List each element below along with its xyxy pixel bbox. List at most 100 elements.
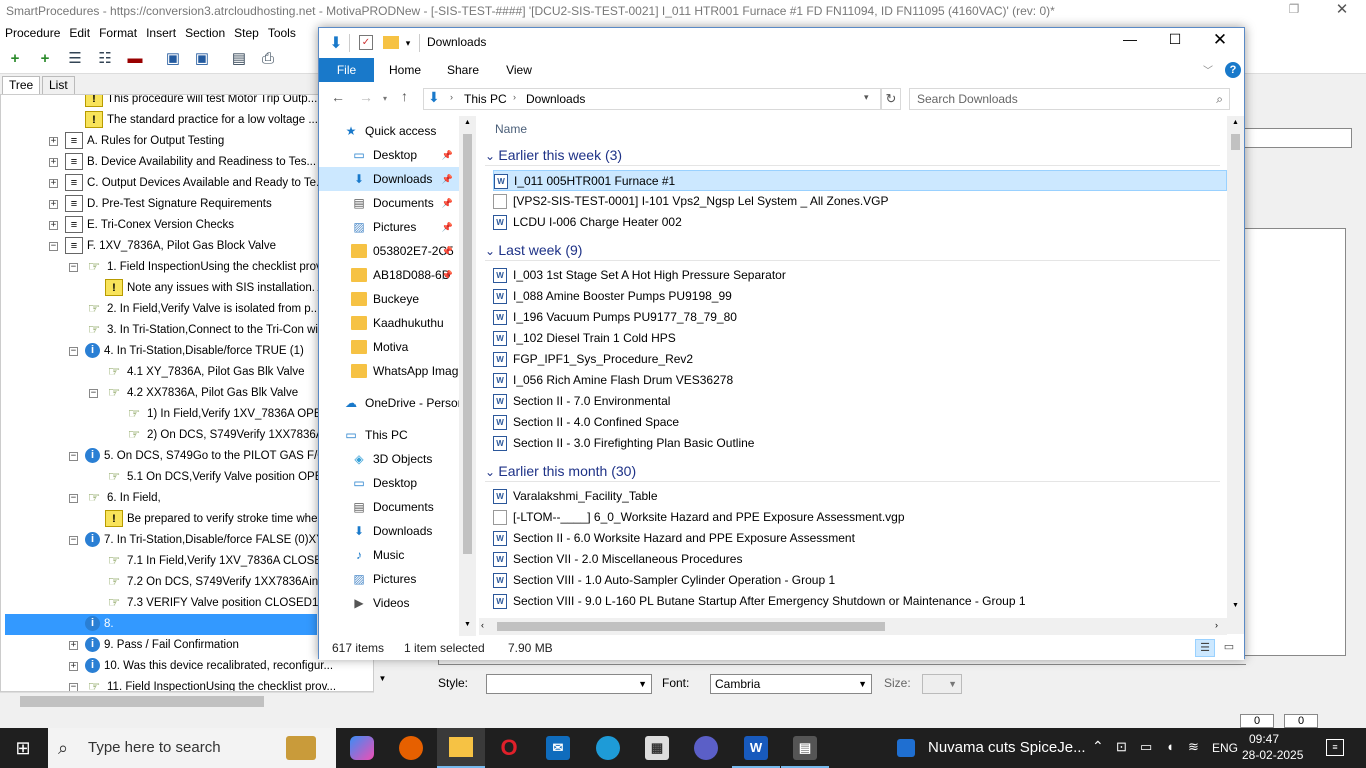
opera-icon[interactable]: O <box>497 736 521 760</box>
save-icon[interactable]: ▣ <box>163 49 183 69</box>
file-list-vertical-scrollbar[interactable]: ▲ ▼ <box>1227 116 1244 634</box>
expand-icon[interactable]: + <box>49 179 58 188</box>
collapse-icon[interactable]: − <box>89 389 98 398</box>
file-row[interactable]: W Section II - 7.0 Environmental <box>493 391 1227 412</box>
app-icon[interactable]: ▦ <box>645 736 669 760</box>
file-row[interactable]: W I_011 005HTR001 Furnace #1 <box>493 170 1227 191</box>
nav-item[interactable]: ▤ Documents 📌 <box>319 191 459 215</box>
chevron-down-icon[interactable]: ⌄ <box>485 149 498 163</box>
expand-icon[interactable]: + <box>49 158 58 167</box>
firefox-icon[interactable] <box>399 736 423 760</box>
menu-insert[interactable]: Insert <box>146 24 176 42</box>
up-arrow-icon[interactable]: ↑ <box>401 88 417 108</box>
add-child-icon[interactable]: + <box>35 49 55 69</box>
nav-item[interactable]: Motiva <box>319 335 459 359</box>
file-row[interactable]: W LCDU I-006 Charge Heater 002 <box>493 212 1227 233</box>
clock-date[interactable]: 28-02-2025 <box>1242 748 1303 762</box>
language-indicator[interactable]: ENG <box>1212 741 1238 755</box>
file-list-hscroll-thumb[interactable] <box>497 622 885 631</box>
font-select[interactable]: Cambria ▼ <box>710 674 872 694</box>
chevron-right-icon[interactable]: › <box>450 92 453 102</box>
file-row[interactable]: W Section VII - 2.0 Miscellaneous Procedu… <box>493 549 1227 570</box>
tab-share[interactable]: Share <box>443 58 483 82</box>
remove-icon[interactable]: ▬ <box>125 49 145 69</box>
nav-item[interactable]: ⬇ Downloads 📌 <box>319 167 459 191</box>
word-taskbar-button[interactable]: W <box>732 728 780 768</box>
minimize-button[interactable]: — <box>1115 31 1145 55</box>
expand-icon[interactable]: + <box>69 641 78 650</box>
collapse-icon[interactable]: − <box>69 494 78 503</box>
menu-edit[interactable]: Edit <box>69 24 90 42</box>
recent-locations-icon[interactable]: ▾ <box>383 89 393 109</box>
add-icon[interactable]: + <box>5 49 25 69</box>
tab-home[interactable]: Home <box>385 58 425 82</box>
search-input[interactable]: Search Downloads ⌕ <box>909 88 1230 110</box>
column-header-name[interactable]: Name <box>495 122 527 136</box>
news-ticker[interactable]: Nuvama cuts SpiceJe... <box>928 739 1086 756</box>
nav-item[interactable]: 053802E7-2C5 📌 <box>319 239 459 263</box>
scroll-up-arrow-icon[interactable]: ▲ <box>462 119 473 126</box>
editor-field[interactable] <box>1242 128 1352 148</box>
nav-scroll-thumb[interactable] <box>463 134 472 554</box>
file-list-scroll-thumb[interactable] <box>1231 134 1240 150</box>
menu-section[interactable]: Section <box>185 24 225 42</box>
address-history-icon[interactable]: ▾ <box>864 92 869 103</box>
forward-arrow-icon[interactable]: → <box>359 89 375 109</box>
collapse-icon[interactable]: − <box>69 452 78 461</box>
tree-hscroll-thumb[interactable] <box>20 696 264 707</box>
nav-item[interactable]: Kaadhukuthu <box>319 311 459 335</box>
new-folder-icon[interactable] <box>383 36 399 49</box>
scroll-down-arrow-icon[interactable]: ▼ <box>376 674 389 688</box>
size-select[interactable]: ▼ <box>922 674 962 694</box>
list-icon[interactable]: ☰ <box>65 49 85 69</box>
details-view-icon[interactable]: ☰ <box>1195 639 1215 657</box>
spin-field-2[interactable]: 0 <box>1284 714 1318 728</box>
breadcrumb-this-pc[interactable]: This PC <box>464 92 507 106</box>
group-header[interactable]: ⌄ Last week (9) <box>485 239 1220 261</box>
maximize-button[interactable]: ☐ <box>1160 31 1190 55</box>
scroll-up-arrow-icon[interactable]: ▲ <box>1230 119 1241 126</box>
group-header[interactable]: ⌄ Earlier this month (30) <box>485 460 1220 482</box>
scroll-down-arrow-icon[interactable]: ▼ <box>462 621 473 628</box>
nav-item[interactable]: ☁ OneDrive - Persor <box>319 391 459 415</box>
scroll-right-arrow-icon[interactable]: › <box>1215 620 1225 630</box>
close-button[interactable]: ✕ <box>1205 30 1235 54</box>
scroll-left-arrow-icon[interactable]: ‹ <box>481 620 491 630</box>
nav-item[interactable]: ▭ This PC <box>319 423 459 447</box>
collapse-icon[interactable]: − <box>49 242 58 251</box>
nav-item[interactable]: WhatsApp Imag <box>319 359 459 383</box>
large-icons-view-icon[interactable]: ▭ <box>1219 639 1239 657</box>
chevron-right-icon[interactable]: › <box>513 92 516 102</box>
battery-icon[interactable]: ▭ <box>1140 739 1152 755</box>
network-icon[interactable]: ⊡ <box>1116 739 1127 755</box>
nav-item[interactable]: Buckeye <box>319 287 459 311</box>
menu-step[interactable]: Step <box>234 24 259 42</box>
save-all-icon[interactable]: ▣ <box>192 49 212 69</box>
tab-tree[interactable]: Tree <box>2 76 41 94</box>
stock-icon[interactable] <box>897 739 915 757</box>
nav-item[interactable]: ▤ Documents <box>319 495 459 519</box>
wifi-icon[interactable]: ≋ <box>1188 739 1199 755</box>
file-row[interactable]: W FGP_IPF1_Sys_Procedure_Rev2 <box>493 349 1227 370</box>
scroll-down-arrow-icon[interactable]: ▼ <box>1230 602 1241 609</box>
tree-item[interactable]: i 8. <box>5 614 317 635</box>
expand-ribbon-icon[interactable]: ﹀ <box>1203 62 1217 78</box>
file-row[interactable]: W I_056 Rich Amine Flash Drum VES36278 <box>493 370 1227 391</box>
edge-icon[interactable] <box>596 736 620 760</box>
tab-view[interactable]: View <box>499 58 539 82</box>
file-list[interactable]: Name ⌄ Earlier this week (3) W I_011 005HT… <box>479 116 1227 634</box>
collapse-icon[interactable]: − <box>69 683 78 691</box>
copilot-icon[interactable] <box>350 736 374 760</box>
expand-icon[interactable]: + <box>49 137 58 146</box>
windows-start-icon[interactable]: ⊞ <box>12 738 34 758</box>
nav-item[interactable]: ⬇ Downloads <box>319 519 459 543</box>
volume-icon[interactable]: ◖ <box>1166 739 1174 754</box>
print-icon[interactable]: ⎙ <box>258 49 278 69</box>
chevron-down-icon[interactable]: ⌄ <box>485 244 498 258</box>
style-select[interactable]: ▼ <box>486 674 652 694</box>
tree-horizontal-scrollbar[interactable] <box>0 692 374 710</box>
list-alt-icon[interactable]: ☷ <box>95 49 115 69</box>
file-row[interactable]: W I_088 Amine Booster Pumps PU9198_99 <box>493 286 1227 307</box>
nav-item[interactable]: ▨ Pictures <box>319 567 459 591</box>
mail-icon[interactable]: ✉ <box>546 736 570 760</box>
